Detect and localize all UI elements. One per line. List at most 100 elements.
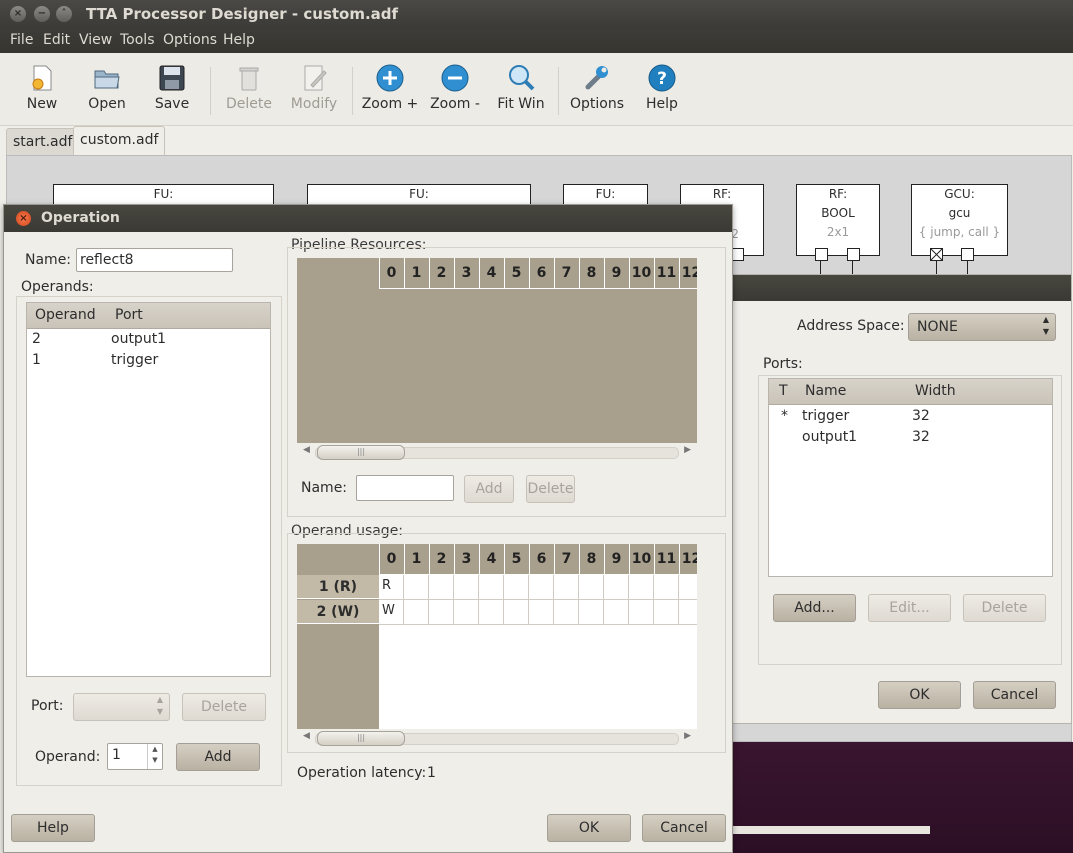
ok-button[interactable]: OK xyxy=(547,814,631,842)
usage-cell[interactable] xyxy=(579,575,604,600)
usage-cell[interactable] xyxy=(654,575,679,600)
gcu-unit[interactable]: GCU: gcu { jump, call } xyxy=(911,184,1008,256)
usage-cell[interactable] xyxy=(554,600,579,625)
usage-cell[interactable] xyxy=(404,600,429,625)
help-dialog-button[interactable]: Help xyxy=(11,814,95,842)
usage-cell[interactable] xyxy=(479,600,504,625)
scroll-right-icon[interactable]: ▶ xyxy=(684,731,691,741)
delete-port-button[interactable]: Delete xyxy=(963,594,1046,622)
fu-ok-button[interactable]: OK xyxy=(878,681,961,709)
modify-button[interactable]: Modify xyxy=(284,63,344,112)
delete-button[interactable]: Delete xyxy=(219,63,279,112)
unit-port[interactable] xyxy=(815,248,828,261)
cycle-header: 9 xyxy=(604,544,628,574)
operand-port[interactable]: trigger xyxy=(111,352,158,368)
usage-cell[interactable] xyxy=(679,575,697,600)
operand-index[interactable]: 2 xyxy=(32,331,41,347)
close-window-icon[interactable]: × xyxy=(10,6,26,22)
usage-cell[interactable] xyxy=(504,600,529,625)
close-icon[interactable]: × xyxy=(16,211,31,226)
pipeline-hscrollbar[interactable]: ◀ ||| ▶ xyxy=(297,443,697,460)
fit-window-button[interactable]: Fit Win xyxy=(491,63,551,112)
add-port-button[interactable]: Add... xyxy=(773,594,856,622)
add-operand-button[interactable]: Add xyxy=(176,743,260,771)
unit-ops-label: { jump, call } xyxy=(918,225,1001,239)
operand-index[interactable]: 1 xyxy=(32,352,41,368)
cancel-button[interactable]: Cancel xyxy=(642,814,726,842)
port-select[interactable]: ▲ ▼ xyxy=(73,693,170,721)
rf-bool-unit[interactable]: RF: BOOL 2x1 xyxy=(796,184,880,256)
usage-cell[interactable] xyxy=(604,575,629,600)
usage-cell[interactable] xyxy=(479,575,504,600)
unit-label: RF: xyxy=(712,187,732,201)
trigger-port-icon[interactable] xyxy=(930,248,943,261)
spinner-arrows-icon[interactable]: ▲ ▼ xyxy=(147,744,162,769)
fu-cancel-button[interactable]: Cancel xyxy=(973,681,1056,709)
port-name[interactable]: trigger xyxy=(802,408,849,424)
unit-port[interactable] xyxy=(847,248,860,261)
usage-cell[interactable] xyxy=(579,600,604,625)
open-button[interactable]: Open xyxy=(77,63,137,112)
usage-hscrollbar[interactable]: ◀ ||| ▶ xyxy=(297,729,697,746)
scroll-left-icon[interactable]: ◀ xyxy=(303,445,310,455)
usage-cell[interactable] xyxy=(529,600,554,625)
maximize-window-icon[interactable]: ˄ xyxy=(56,6,72,22)
port-name[interactable]: output1 xyxy=(802,429,857,445)
unit-name: gcu xyxy=(948,206,971,220)
operation-name-input[interactable] xyxy=(76,248,233,272)
usage-cell[interactable] xyxy=(504,575,529,600)
menu-edit[interactable]: Edit xyxy=(43,32,70,48)
help-button[interactable]: ? Help xyxy=(632,63,692,112)
usage-cell[interactable] xyxy=(554,575,579,600)
column-header-port[interactable]: Port xyxy=(115,307,143,323)
column-header-operand[interactable]: Operand xyxy=(35,307,96,323)
menu-options[interactable]: Options xyxy=(163,32,217,48)
operand-usage-grid[interactable]: 0 1 2 3 4 5 6 7 8 9 10 11 12 1 (R) 2 (W)… xyxy=(297,544,697,729)
delete-resource-button[interactable]: Delete xyxy=(526,475,575,503)
save-button[interactable]: Save xyxy=(142,63,202,112)
menu-tools[interactable]: Tools xyxy=(120,32,155,48)
usage-cell[interactable] xyxy=(454,600,479,625)
usage-cell[interactable] xyxy=(654,600,679,625)
address-space-select[interactable]: NONE ▲ ▼ xyxy=(908,313,1056,341)
edit-port-button[interactable]: Edit... xyxy=(868,594,951,622)
menu-view[interactable]: View xyxy=(79,32,112,48)
operand-port[interactable]: output1 xyxy=(111,331,166,347)
column-header-width[interactable]: Width xyxy=(915,383,956,399)
column-header-name[interactable]: Name xyxy=(805,383,846,399)
unit-port[interactable] xyxy=(961,248,974,261)
minimize-window-icon[interactable]: − xyxy=(34,6,50,22)
options-button[interactable]: Options xyxy=(567,63,627,112)
usage-cell[interactable] xyxy=(404,575,429,600)
menu-file[interactable]: File xyxy=(10,32,33,48)
tab-start-adf[interactable]: start.adf xyxy=(6,128,80,156)
usage-cell[interactable] xyxy=(529,575,554,600)
tab-custom-adf[interactable]: custom.adf xyxy=(73,126,166,157)
usage-cell[interactable]: R xyxy=(379,575,404,600)
scroll-thumb[interactable]: ||| xyxy=(317,731,405,746)
resource-name-input[interactable] xyxy=(356,475,454,501)
add-resource-button[interactable]: Add xyxy=(464,475,514,503)
usage-cell[interactable] xyxy=(604,600,629,625)
operands-list[interactable]: Operand Port 2 output1 1 trigger xyxy=(26,302,271,677)
usage-cell[interactable] xyxy=(629,600,654,625)
delete-operand-button[interactable]: Delete xyxy=(182,693,266,721)
pipeline-resources-grid[interactable]: 0 1 2 3 4 5 6 7 8 9 10 11 12 xyxy=(297,258,697,443)
scroll-right-icon[interactable]: ▶ xyxy=(684,445,691,455)
column-header-t[interactable]: T xyxy=(779,383,788,399)
scroll-left-icon[interactable]: ◀ xyxy=(303,731,310,741)
ports-label: Ports: xyxy=(763,356,803,372)
operand-spinner[interactable]: 1 ▲ ▼ xyxy=(107,743,163,770)
usage-cell[interactable] xyxy=(429,600,454,625)
usage-cell[interactable]: W xyxy=(379,600,404,625)
menu-help[interactable]: Help xyxy=(223,32,255,48)
usage-cell[interactable] xyxy=(679,600,697,625)
zoom-in-button[interactable]: Zoom + xyxy=(360,63,420,112)
scroll-thumb[interactable]: ||| xyxy=(317,445,405,460)
ports-list[interactable]: T Name Width * trigger 32 output1 32 xyxy=(768,378,1053,577)
usage-cell[interactable] xyxy=(629,575,654,600)
zoom-out-button[interactable]: Zoom - xyxy=(425,63,485,112)
usage-cell[interactable] xyxy=(429,575,454,600)
new-button[interactable]: New xyxy=(12,63,72,112)
usage-cell[interactable] xyxy=(454,575,479,600)
